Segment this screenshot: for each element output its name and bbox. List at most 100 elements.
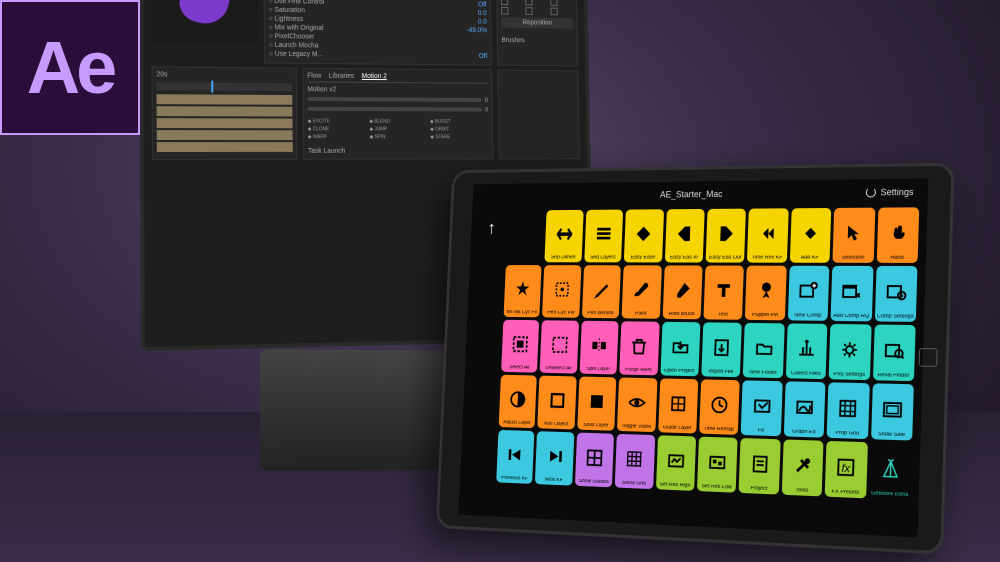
tile-comp-settings[interactable]: Comp Settings [874, 266, 917, 322]
dotrect-icon [551, 268, 573, 310]
tile-roto-brush[interactable]: Roto Brush [662, 265, 702, 319]
right-panel: FX Wit Anchor Reposition Brushes [496, 0, 578, 66]
arrow-up-icon: ↑ [487, 218, 496, 238]
tile-adjust-layer[interactable]: Adjust Layer [499, 375, 537, 428]
star-icon [512, 268, 533, 310]
tile-sep-dimen[interactable]: Sep Dimen [545, 210, 584, 262]
import-icon [710, 325, 733, 369]
cursor-icon [842, 211, 866, 255]
comp-preview [151, 0, 258, 44]
tile-paint[interactable]: Paint [622, 265, 662, 318]
tile-show-grid[interactable]: Show Grid [615, 434, 655, 489]
clock-icon [708, 383, 731, 427]
tile-easy-eas-in[interactable]: Easy Eas In [664, 209, 704, 263]
tile-show-safe[interactable]: Show Safe [871, 383, 914, 440]
tile-selection[interactable]: Selection [833, 208, 875, 263]
tablet-home-button[interactable] [919, 347, 938, 366]
tile-set-res-low[interactable]: Set Res Low [697, 437, 738, 493]
grid-icon [836, 386, 860, 431]
tablet-screen: AE_Starter_Mac Settings ↑ Sep DimenSeq L… [458, 178, 928, 537]
tile-add-comp-rq[interactable]: Add Comp RQ [831, 266, 873, 322]
fx-icon [834, 444, 858, 490]
tile-text[interactable]: Text [703, 266, 744, 320]
tab-motion2[interactable]: Motion 2 [362, 73, 387, 80]
tool-jump[interactable]: ◆ JUMP [369, 127, 428, 133]
tile-proj-settings[interactable]: Proj Settings [829, 324, 872, 380]
tile-new-folder[interactable]: New Folder [743, 323, 784, 378]
tool-excite[interactable]: ◆ EXCITE [308, 119, 368, 125]
gear-icon [838, 327, 862, 372]
addrq-icon [840, 269, 864, 314]
tile-open-project[interactable]: Open Project [660, 322, 700, 376]
tile-fx-presets[interactable]: FX Presets [825, 441, 868, 498]
tent-icon [878, 446, 902, 492]
tool-orbit[interactable]: ◆ ORBIT [430, 127, 488, 133]
tile-tools[interactable]: Tools [782, 439, 824, 496]
tile-add-kf[interactable]: Add KF [790, 208, 832, 263]
tool-spin[interactable]: ◆ SPIN [370, 134, 429, 140]
tile-purge-mem[interactable]: Purge Mem [619, 321, 659, 375]
purge-icon [628, 324, 650, 367]
brush-icon [631, 268, 653, 311]
tile-project[interactable]: Project [739, 438, 781, 495]
tile-easy-ease[interactable]: Easy Ease [624, 209, 664, 262]
timerev-icon [756, 211, 779, 255]
tile-split-layer[interactable]: Split Layer [579, 321, 618, 375]
tile-previous-kf[interactable]: Previous KF [496, 430, 535, 484]
tile-toggle-video[interactable]: Toggle Video [617, 377, 657, 432]
ae-logo-badge: Ae [0, 0, 140, 135]
tile-time-rev-kf[interactable]: Time Rev KF [747, 208, 788, 262]
tile-show-guides[interactable]: Show Guides [575, 433, 615, 488]
ease-icon [633, 212, 655, 255]
tile-next-kf[interactable]: Next KF [535, 431, 574, 485]
tile-deselect-all[interactable]: Deselect All [540, 320, 579, 373]
null-icon [546, 379, 568, 422]
refresh-icon[interactable] [866, 187, 876, 197]
text-icon [712, 269, 735, 313]
tile-hand[interactable]: Hand [876, 207, 919, 263]
tile-time-remap[interactable]: Time Remap [699, 379, 740, 435]
tile-pen-behind[interactable]: Pen Behind [582, 265, 621, 318]
tile-bh-mk-cyc-fx[interactable]: Bh Mk Cyc Fx [504, 265, 542, 317]
tile-prop-grid[interactable]: Prop Grid [827, 382, 870, 439]
addkf-icon [799, 211, 822, 255]
tile-reval-finder[interactable]: Reval Finder [873, 325, 916, 382]
reveal-icon [882, 328, 906, 373]
adjust-icon [507, 378, 529, 421]
tool-stare[interactable]: ◆ STARE [430, 134, 488, 140]
tile-pen-cyc-fw[interactable]: Pen Cyc Fw [542, 265, 581, 318]
tool-blend[interactable]: ◆ BLEND [369, 119, 428, 125]
open-icon [669, 325, 692, 369]
split-icon [588, 324, 610, 367]
tile-solid-layer[interactable]: Solid Layer [577, 377, 616, 431]
tool-burst[interactable]: ◆ BURST [430, 119, 488, 125]
guide-icon [667, 382, 690, 426]
tile-import-file[interactable]: Import File [701, 322, 742, 377]
tile-set-res-high[interactable]: Set Res High [656, 435, 697, 491]
collect-icon [795, 327, 818, 372]
tile-graph-ed[interactable]: Graph Ed [784, 381, 826, 437]
reposition-button[interactable]: Reposition [501, 17, 573, 28]
pin-icon [754, 269, 777, 313]
tab-flow[interactable]: Flow [307, 73, 321, 80]
tools-icon [791, 443, 814, 489]
tile-select-all[interactable]: Select All [501, 320, 539, 373]
tab-libraries[interactable]: Libraries [329, 73, 354, 80]
tile-null-object[interactable]: Null Object [538, 376, 577, 430]
easeout-icon [715, 212, 738, 255]
tile-fit[interactable]: Fit [741, 380, 783, 436]
tile-new-comp[interactable]: New Comp [788, 266, 830, 321]
tile-guide-layer[interactable]: Guide Layer [658, 378, 698, 433]
tile-easy-eas-out[interactable]: Easy Eas Out [706, 209, 747, 263]
tile-getmore-icons[interactable]: GetMore Icons [869, 442, 912, 500]
motion-panel: Flow Libraries Motion 2 Motion v2 0 0 ◆ … [302, 68, 493, 160]
settings-button[interactable]: Settings [880, 187, 913, 198]
tool-clone[interactable]: ◆ CLONE [308, 126, 368, 132]
sep-icon [553, 213, 575, 255]
guides-icon [583, 436, 605, 480]
ae-logo-text: Ae [27, 25, 114, 110]
tile-seq-layers[interactable]: Seq Layers [584, 210, 623, 263]
tile-collect-files[interactable]: Collect Files [786, 323, 828, 379]
tool-warp[interactable]: ◆ WARP [308, 134, 368, 140]
tile-puppet-pin[interactable]: Puppet Pin [745, 266, 786, 321]
